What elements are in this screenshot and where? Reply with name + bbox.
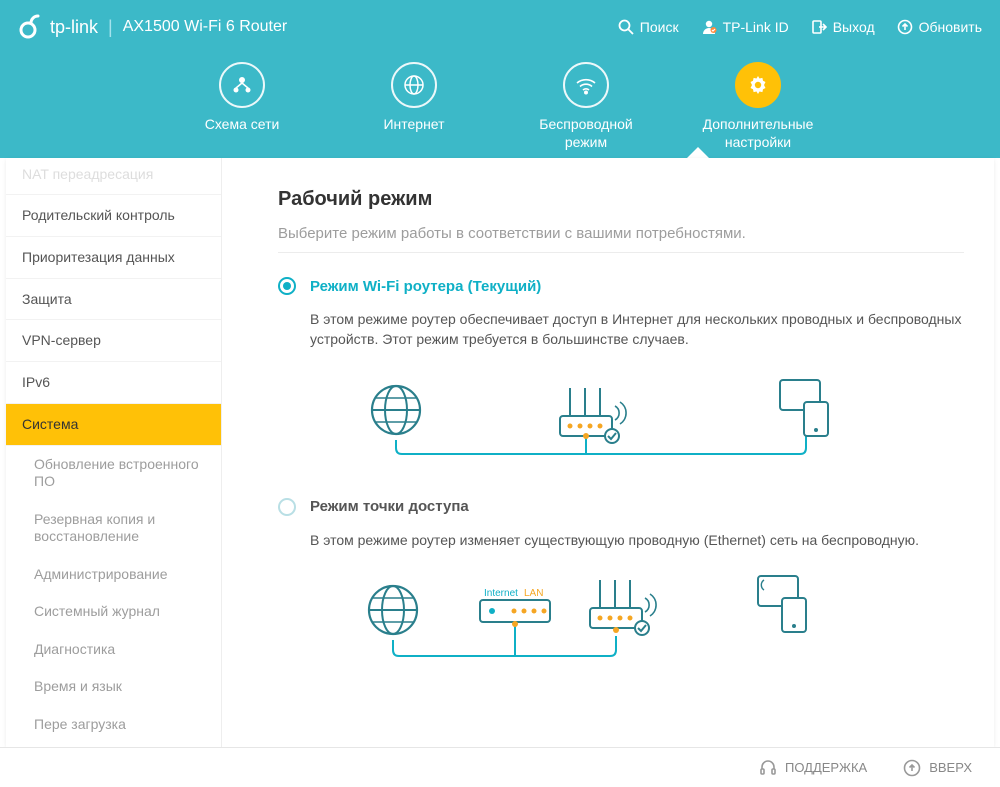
update-icon: [897, 19, 913, 35]
radio-router-mode[interactable]: [278, 277, 296, 295]
product-name: AX1500 Wi-Fi 6 Router: [123, 18, 288, 36]
mode-ap-block: Режим точки доступа В этом режиме роутер…: [278, 498, 964, 658]
sidebar-sub-diag[interactable]: Диагностика: [6, 631, 221, 669]
sidebar-sub-admin[interactable]: Администрирование: [6, 556, 221, 594]
brand-text: tp-link: [50, 17, 98, 38]
sidebar: NAT переадресация Родительский контроль …: [6, 158, 222, 747]
sidebar-sub-syslog[interactable]: Системный журнал: [6, 593, 221, 631]
globe-icon: [391, 62, 437, 108]
search-link[interactable]: Поиск: [618, 19, 679, 35]
mode-ap-desc: В этом режиме роутер изменяет существующ…: [310, 530, 964, 550]
router-mode-diagram: [350, 368, 870, 458]
tplink-id-link[interactable]: TP-Link ID: [701, 19, 789, 35]
nav-advanced[interactable]: Дополнительные настройки: [694, 62, 822, 151]
sidebar-item-ipv6[interactable]: IPv6: [6, 362, 221, 404]
search-icon: [618, 19, 634, 35]
sidebar-sub-backup[interactable]: Резервная копия и восстановление: [6, 501, 221, 556]
nav-internet[interactable]: Интернет: [350, 62, 478, 134]
mode-ap-title: Режим точки доступа: [310, 498, 469, 515]
divider: [278, 252, 964, 253]
sidebar-item-parental[interactable]: Родительский контроль: [6, 195, 221, 237]
label-lan: LAN: [524, 588, 543, 599]
radio-ap-mode[interactable]: [278, 498, 296, 516]
nav-wireless[interactable]: Беспроводной режим: [522, 62, 650, 151]
logout-icon: [811, 19, 827, 35]
main-panel: NAT переадресация Родительский контроль …: [6, 158, 994, 747]
content-area: Рабочий режим Выберите режим работы в со…: [222, 158, 994, 747]
divider: |: [108, 17, 113, 38]
mode-router-title: Режим Wi-Fi роутера (Текущий): [310, 278, 541, 295]
mode-router-block: Режим Wi-Fi роутера (Текущий) В этом реж…: [278, 277, 964, 458]
person-icon: [701, 19, 717, 35]
wifi-icon: [563, 62, 609, 108]
mode-router-desc: В этом режиме роутер обеспечивает доступ…: [310, 309, 964, 350]
network-map-icon: [219, 62, 265, 108]
sidebar-item-system[interactable]: Система: [6, 404, 221, 446]
logout-link[interactable]: Выход: [811, 19, 875, 35]
page-subtitle: Выберите режим работы в соответствии с в…: [278, 225, 964, 242]
page-title: Рабочий режим: [278, 188, 964, 211]
brand-logo: tp-link: [18, 14, 98, 40]
topbar: tp-link | AX1500 Wi-Fi 6 Router Поиск TP…: [0, 0, 1000, 54]
update-link[interactable]: Обновить: [897, 19, 982, 35]
sidebar-item-vpn[interactable]: VPN-сервер: [6, 320, 221, 362]
label-internet: Internet: [484, 588, 518, 599]
arrow-up-circle-icon: [903, 759, 921, 777]
sidebar-sub-firmware[interactable]: Обновление встроенного ПО: [6, 446, 221, 501]
gear-icon: [735, 62, 781, 108]
footer: ПОДДЕРЖКА ВВЕРХ: [0, 747, 1000, 787]
headset-icon: [759, 759, 777, 777]
ap-mode-diagram: Internet LAN: [350, 568, 870, 658]
sidebar-item-security[interactable]: Защита: [6, 279, 221, 321]
sidebar-item-qos[interactable]: Приоритезация данных: [6, 237, 221, 279]
sidebar-sub-reboot[interactable]: Пере загрузка: [6, 706, 221, 744]
sidebar-sub-time[interactable]: Время и язык: [6, 668, 221, 706]
nav-network-map[interactable]: Схема сети: [178, 62, 306, 134]
tplink-logo-icon: [18, 14, 44, 40]
sidebar-item-nat[interactable]: NAT переадресация: [6, 158, 221, 195]
primary-nav: Схема сети Интернет Беспроводной режим Д…: [0, 54, 1000, 158]
scroll-top-button[interactable]: ВВЕРХ: [903, 759, 972, 777]
support-button[interactable]: ПОДДЕРЖКА: [759, 759, 867, 777]
